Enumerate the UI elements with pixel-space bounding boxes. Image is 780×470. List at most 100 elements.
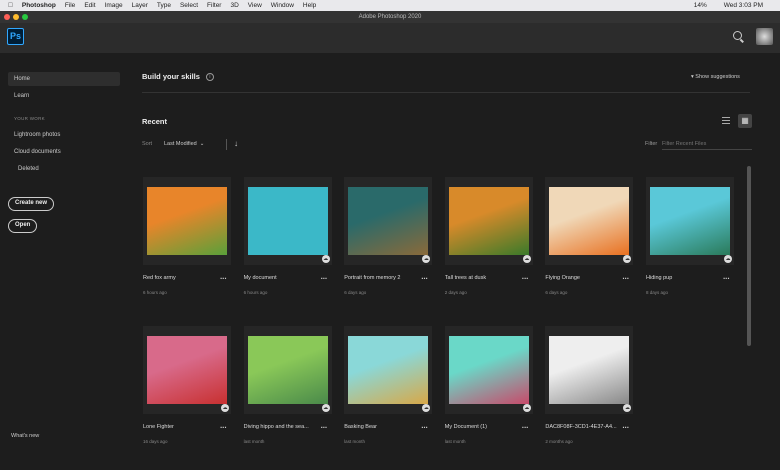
more-options-icon[interactable]: ··· [622,423,629,432]
your-work-heading: YOUR WORK [14,116,45,121]
more-options-icon[interactable]: ··· [522,423,529,432]
chevron-down-icon: ⌄ [196,141,205,147]
thumbnail-image [448,336,529,404]
thumbnail-image [549,336,630,404]
status-area: 14% Wed 3:03 PM [694,2,772,9]
file-thumbnail[interactable]: ☁ [344,177,433,265]
battery-status[interactable]: 14% [694,2,707,9]
menu-window[interactable]: Window [271,2,294,9]
grid-view-icon[interactable]: ▦ [738,114,752,128]
thumbnail-image [147,336,227,404]
sort-value: Last Modified [164,141,197,147]
sidebar-item-lightroom-photos[interactable]: Lightroom photos [8,128,120,142]
file-thumbnail[interactable]: ☁ [344,326,433,414]
menu-image[interactable]: Image [105,2,123,9]
thumbnail-image [348,336,429,404]
menu-filter[interactable]: Filter [207,2,221,9]
cloud-icon: ☁ [321,404,330,412]
sidebar-item-learn[interactable]: Learn [8,89,120,103]
file-name: My Document (1) [444,424,487,430]
more-options-icon[interactable]: ··· [622,274,629,283]
search-icon[interactable] [733,31,742,40]
scrollbar[interactable] [747,166,751,346]
more-options-icon[interactable]: ··· [220,423,227,432]
file-thumbnail[interactable]: ☁ [143,326,231,414]
file-date: last month [344,439,365,444]
file-thumbnail[interactable]: ☁ [444,177,533,265]
sort-direction-icon[interactable]: ↓ [234,139,238,148]
file-date: 6 days ago [545,290,568,295]
build-skills-title: Build your skills [142,72,200,81]
file-date: 6 days ago [344,290,367,295]
sidebar-item-home[interactable]: Home [8,72,120,86]
more-options-icon[interactable]: ··· [421,274,428,283]
cloud-icon: ☁ [522,404,531,412]
divider [142,92,750,93]
more-options-icon[interactable]: ··· [421,423,428,432]
thumbnail-image [549,187,630,255]
cloud-icon: ☁ [623,404,632,412]
sort-label: Sort [142,141,153,147]
recent-heading: Recent [142,117,168,126]
menu-layer[interactable]: Layer [132,2,148,9]
divider [226,139,227,150]
menu-edit[interactable]: Edit [84,2,95,9]
photoshop-logo[interactable]: Ps [7,28,24,45]
thumbnail-image [247,336,328,404]
file-thumbnail[interactable]: ☁ [545,326,634,414]
file-name: Red fox army [143,275,176,281]
menu-select[interactable]: Select [180,2,198,9]
filter-input[interactable] [662,138,752,150]
menu-view[interactable]: View [248,2,262,9]
file-thumbnail[interactable]: ☁ [646,177,734,265]
file-thumbnail[interactable]: ☁ [243,177,332,265]
cloud-icon: ☁ [422,404,431,412]
apple-icon[interactable]:  [8,2,13,9]
menu-file[interactable]: File [65,2,75,9]
file-date: 6 hours ago [143,290,167,295]
file-thumbnail[interactable] [143,177,231,265]
maximize-window-button[interactable] [22,14,28,20]
file-date: 8 days ago [646,290,669,295]
info-icon[interactable]: i [205,73,214,81]
list-view-icon[interactable] [722,117,730,124]
open-button[interactable]: Open [8,219,38,233]
menu-type[interactable]: Type [157,2,171,9]
avatar[interactable] [756,28,773,45]
more-options-icon[interactable]: ··· [220,274,227,283]
more-options-icon[interactable]: ··· [723,274,730,283]
thumbnail-image [448,187,529,255]
file-name: Flying Orange [545,275,580,281]
file-date: 2 days ago [444,290,467,295]
create-new-button[interactable]: Create new [8,197,55,211]
cloud-icon: ☁ [422,255,431,263]
mac-menu-bar:  Photoshop File Edit Image Layer Type Select F… [0,0,780,11]
more-options-icon[interactable]: ··· [522,274,529,283]
menu-photoshop[interactable]: Photoshop [22,2,56,9]
file-thumbnail[interactable]: ☁ [545,177,634,265]
file-name: Basking Bear [344,424,377,430]
sort-dropdown[interactable]: Last Modified ⌄ [164,141,204,147]
file-name: Tall trees at dusk [444,275,487,281]
file-name: Portrait from memory 2 [344,275,401,281]
more-options-icon[interactable]: ··· [321,423,328,432]
more-options-icon[interactable]: ··· [321,274,328,283]
show-suggestions-toggle[interactable]: ▾ Show suggestions [691,74,740,80]
whats-new-link[interactable]: What's new [11,433,39,439]
file-date: 16 days ago [143,439,168,444]
file-thumbnail[interactable]: ☁ [243,326,332,414]
file-date: last month [243,439,265,444]
app-header: Ps [0,23,780,53]
cloud-icon: ☁ [623,255,632,263]
file-name: DAC8F08F-3CD1-4E37-A4... [545,424,617,430]
sidebar-item-cloud-documents[interactable]: Cloud documents [8,145,120,159]
main-content: Build your skills i ▾ Show suggestions Re… [130,53,780,470]
menu-3d[interactable]: 3D [230,2,238,9]
cloud-icon: ☁ [221,404,229,412]
file-thumbnail[interactable]: ☁ [444,326,533,414]
minimize-window-button[interactable] [13,14,19,20]
clock[interactable]: Wed 3:03 PM [724,2,763,9]
sidebar-item-deleted[interactable]: Deleted [8,162,120,176]
menu-help[interactable]: Help [303,2,316,9]
close-window-button[interactable] [4,14,10,20]
